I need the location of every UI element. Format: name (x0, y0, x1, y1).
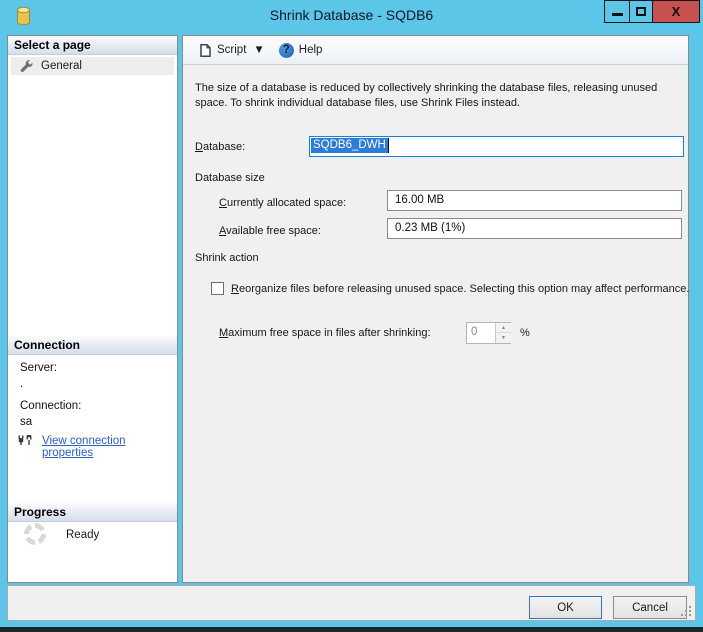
database-label: Database: (195, 141, 245, 153)
main-panel: Script ▼ ? Help The size of a database i… (182, 35, 689, 583)
reorganize-checkbox[interactable] (211, 282, 224, 295)
allocated-space-field[interactable]: 16.00 MB (387, 190, 682, 211)
script-icon (198, 43, 212, 58)
view-connection-properties-link[interactable]: View connection properties (42, 435, 177, 459)
connection-value: sa (20, 416, 32, 428)
connection-header: Connection (8, 336, 177, 355)
server-value: . (20, 378, 23, 390)
help-button[interactable]: ? Help (272, 40, 330, 61)
close-icon: X (672, 4, 681, 19)
connection-label: Connection: (20, 400, 81, 412)
percent-label: % (520, 327, 530, 339)
sidebar: Select a page General Connection Server:… (7, 35, 178, 583)
progress-header: Progress (8, 503, 177, 522)
progress-spinner-icon (24, 523, 46, 545)
shrink-action-header: Shrink action (195, 252, 259, 264)
cancel-button[interactable]: Cancel (613, 596, 687, 619)
spinner-value: 0 (471, 326, 477, 338)
script-button-label: Script (217, 44, 246, 56)
free-space-field[interactable]: 0.23 MB (1%) (387, 218, 682, 239)
spin-up-button[interactable]: ▲ (496, 323, 511, 333)
database-combobox[interactable]: SQDB6_DWH (309, 136, 684, 157)
database-selected-value: SQDB6_DWH (311, 138, 389, 153)
maximize-button[interactable] (630, 0, 653, 23)
shrink-database-dialog: Shrink Database - SQDB6 X Select a page … (0, 0, 703, 627)
footer-bar: OK Cancel (7, 585, 696, 621)
wrench-icon (19, 59, 33, 73)
script-button[interactable]: Script ▼ (191, 40, 272, 61)
sidebar-item-general[interactable]: General (11, 57, 174, 75)
max-free-space-spinner[interactable]: 0 ▲ ▼ (466, 322, 511, 344)
resize-grip[interactable] (681, 606, 691, 616)
select-a-page-header: Select a page (8, 36, 177, 55)
chevron-down-icon: ▼ (253, 44, 264, 56)
titlebar[interactable]: Shrink Database - SQDB6 X (0, 0, 703, 30)
reorganize-label: Reorganize files before releasing unused… (231, 283, 689, 295)
maximize-icon (636, 7, 646, 16)
sidebar-item-label: General (41, 57, 82, 75)
minimize-icon (612, 13, 623, 16)
help-button-label: Help (299, 44, 323, 56)
dialog-description: The size of a database is reduced by col… (195, 81, 681, 111)
database-size-header: Database size (195, 172, 265, 184)
ok-button[interactable]: OK (529, 596, 602, 619)
help-icon: ? (279, 43, 294, 58)
connection-properties-icon (18, 434, 36, 448)
spin-down-button[interactable]: ▼ (496, 333, 511, 343)
screen-edge (0, 627, 703, 632)
toolbar: Script ▼ ? Help (183, 36, 688, 65)
max-free-space-label: Maximum free space in files after shrink… (219, 327, 431, 339)
allocated-space-label: Currently allocated space: (219, 197, 346, 209)
close-button[interactable]: X (653, 0, 700, 23)
progress-status: Ready (66, 529, 99, 541)
server-label: Server: (20, 362, 57, 374)
free-space-label: Available free space: (219, 225, 321, 237)
minimize-button[interactable] (604, 0, 630, 23)
window-title: Shrink Database - SQDB6 (0, 7, 703, 23)
